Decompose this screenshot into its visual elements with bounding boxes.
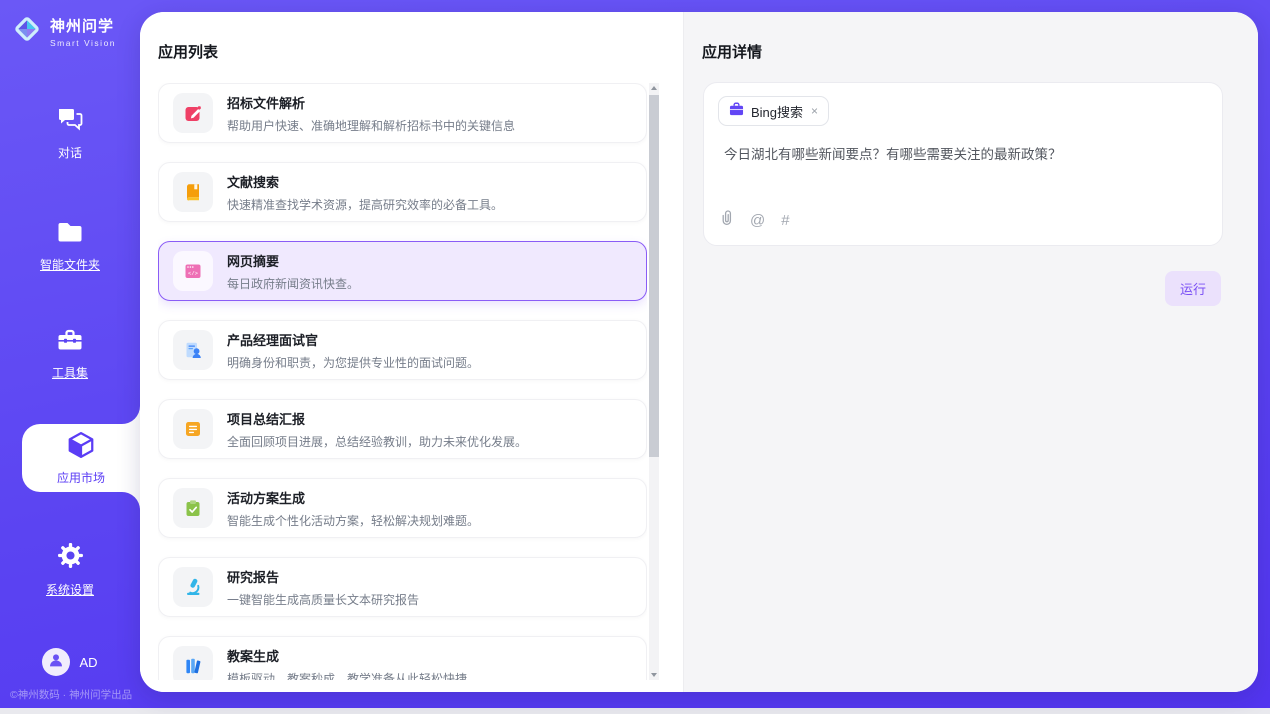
active-tab-curve-top bbox=[122, 406, 140, 424]
hash-icon[interactable]: # bbox=[781, 212, 789, 229]
scroll-up-arrow-icon[interactable] bbox=[649, 83, 659, 93]
folder-icon bbox=[56, 231, 84, 248]
edit-document-icon bbox=[173, 93, 213, 133]
app-list-item[interactable]: 活动方案生成 智能生成个性化活动方案，轻松解决规划难题。 bbox=[158, 478, 647, 538]
diamond-logo-icon bbox=[12, 14, 42, 49]
tool-chip-label: Bing搜索 bbox=[751, 102, 803, 121]
app-item-description: 快速精准查找学术资源，提高研究效率的必备工具。 bbox=[227, 196, 503, 213]
scrollbar[interactable] bbox=[649, 83, 659, 680]
app-list-panel: 应用列表 招标文件解析 帮助用户快速、准确地理解和解析招标书中的关键信息 bbox=[140, 12, 683, 692]
app-list-item[interactable]: 教案生成 模板驱动，教案秒成，教学准备从此轻松快捷 bbox=[158, 636, 647, 680]
run-button[interactable]: 运行 bbox=[1165, 271, 1221, 306]
app-item-description: 每日政府新闻资讯快查。 bbox=[227, 275, 359, 292]
main-content: 应用列表 招标文件解析 帮助用户快速、准确地理解和解析招标书中的关键信息 bbox=[140, 12, 1258, 692]
interview-icon bbox=[173, 330, 213, 370]
footer-copyright: ©神州数码 · 神州问学出品 bbox=[10, 687, 132, 702]
sidebar-item-label: 应用市场 bbox=[57, 469, 105, 486]
active-tab-curve-bottom bbox=[122, 492, 140, 510]
app-item-title: 项目总结汇报 bbox=[227, 409, 527, 428]
brand-name: 神州问学 bbox=[50, 15, 116, 36]
browser-code-icon: </> bbox=[173, 251, 213, 291]
app-window: 神州问学 Smart Vision 对话 智能文件夹 bbox=[0, 0, 1270, 708]
app-item-description: 帮助用户快速、准确地理解和解析招标书中的关键信息 bbox=[227, 117, 515, 134]
app-list-item[interactable]: 文献搜索 快速精准查找学术资源，提高研究效率的必备工具。 bbox=[158, 162, 647, 222]
app-list-item[interactable]: 招标文件解析 帮助用户快速、准确地理解和解析招标书中的关键信息 bbox=[158, 83, 647, 143]
mention-icon[interactable]: @ bbox=[750, 212, 765, 229]
user-avatar-icon bbox=[47, 651, 65, 674]
query-input[interactable]: 今日湖北有哪些新闻要点？有哪些需要关注的最新政策？ bbox=[724, 145, 1202, 165]
app-list-title: 应用列表 bbox=[158, 41, 218, 62]
sidebar-item-chat[interactable]: 对话 bbox=[0, 106, 140, 161]
report-note-icon bbox=[173, 409, 213, 449]
sidebar-item-settings[interactable]: 系统设置 bbox=[0, 542, 140, 598]
sidebar-item-label: 工具集 bbox=[0, 364, 140, 381]
app-item-title: 招标文件解析 bbox=[227, 93, 515, 112]
app-list-item-selected[interactable]: </> 网页摘要 每日政府新闻资讯快查。 bbox=[158, 241, 647, 301]
app-list-item[interactable]: 项目总结汇报 全面回顾项目进展，总结经验教训，助力未来优化发展。 bbox=[158, 399, 647, 459]
app-item-description: 模板驱动，教案秒成，教学准备从此轻松快捷 bbox=[227, 670, 467, 681]
clipboard-check-icon bbox=[173, 488, 213, 528]
sidebar-item-label: 智能文件夹 bbox=[0, 256, 140, 273]
avatar bbox=[42, 648, 70, 676]
app-item-description: 一键智能生成高质量长文本研究报告 bbox=[227, 591, 419, 608]
cube-icon bbox=[66, 430, 96, 465]
app-item-title: 文献搜索 bbox=[227, 172, 503, 191]
research-report-icon bbox=[173, 567, 213, 607]
svg-text:</>: </> bbox=[188, 270, 198, 277]
books-icon bbox=[173, 646, 213, 680]
sidebar-item-toolset[interactable]: 工具集 bbox=[0, 328, 140, 381]
app-list: 招标文件解析 帮助用户快速、准确地理解和解析招标书中的关键信息 文献搜索 bbox=[158, 83, 647, 680]
app-list-item[interactable]: 产品经理面试官 明确身份和职责，为您提供专业性的面试问题。 bbox=[158, 320, 647, 380]
chat-icon bbox=[56, 119, 84, 136]
sidebar-item-smart-folder[interactable]: 智能文件夹 bbox=[0, 220, 140, 273]
app-item-title: 活动方案生成 bbox=[227, 488, 479, 507]
close-icon[interactable]: × bbox=[811, 104, 818, 118]
user-account[interactable]: AD bbox=[0, 648, 140, 676]
scrollbar-thumb[interactable] bbox=[649, 95, 659, 457]
app-detail-title: 应用详情 bbox=[702, 41, 762, 62]
app-item-title: 教案生成 bbox=[227, 646, 467, 665]
brand-subtitle: Smart Vision bbox=[50, 38, 116, 48]
app-detail-panel: 应用详情 Bing搜索 × 今日湖北有哪些新闻要点？有哪些需要关注的最新政策？ bbox=[683, 12, 1258, 692]
briefcase-icon bbox=[729, 102, 744, 121]
app-item-title: 网页摘要 bbox=[227, 251, 359, 270]
prompt-card: Bing搜索 × 今日湖北有哪些新闻要点？有哪些需要关注的最新政策？ @ # bbox=[703, 82, 1223, 246]
tool-chip-bing-search[interactable]: Bing搜索 × bbox=[718, 96, 829, 126]
user-initials: AD bbox=[79, 655, 97, 670]
sidebar-item-label: 对话 bbox=[0, 144, 140, 161]
gear-icon bbox=[57, 556, 84, 573]
brand-logo: 神州问学 Smart Vision bbox=[12, 14, 116, 49]
app-item-title: 产品经理面试官 bbox=[227, 330, 479, 349]
app-item-description: 明确身份和职责，为您提供专业性的面试问题。 bbox=[227, 354, 479, 371]
app-item-description: 全面回顾项目进展，总结经验教训，助力未来优化发展。 bbox=[227, 433, 527, 450]
sidebar-item-label: 系统设置 bbox=[0, 581, 140, 598]
toolbox-icon bbox=[56, 339, 84, 356]
sidebar-item-app-market[interactable]: 应用市场 bbox=[22, 424, 140, 492]
book-icon bbox=[173, 172, 213, 212]
app-item-description: 智能生成个性化活动方案，轻松解决规划难题。 bbox=[227, 512, 479, 529]
composer-toolbar: @ # bbox=[720, 209, 790, 232]
app-list-item[interactable]: 研究报告 一键智能生成高质量长文本研究报告 bbox=[158, 557, 647, 617]
paperclip-icon[interactable] bbox=[720, 209, 734, 232]
app-item-title: 研究报告 bbox=[227, 567, 419, 586]
scroll-down-arrow-icon[interactable] bbox=[649, 670, 659, 680]
